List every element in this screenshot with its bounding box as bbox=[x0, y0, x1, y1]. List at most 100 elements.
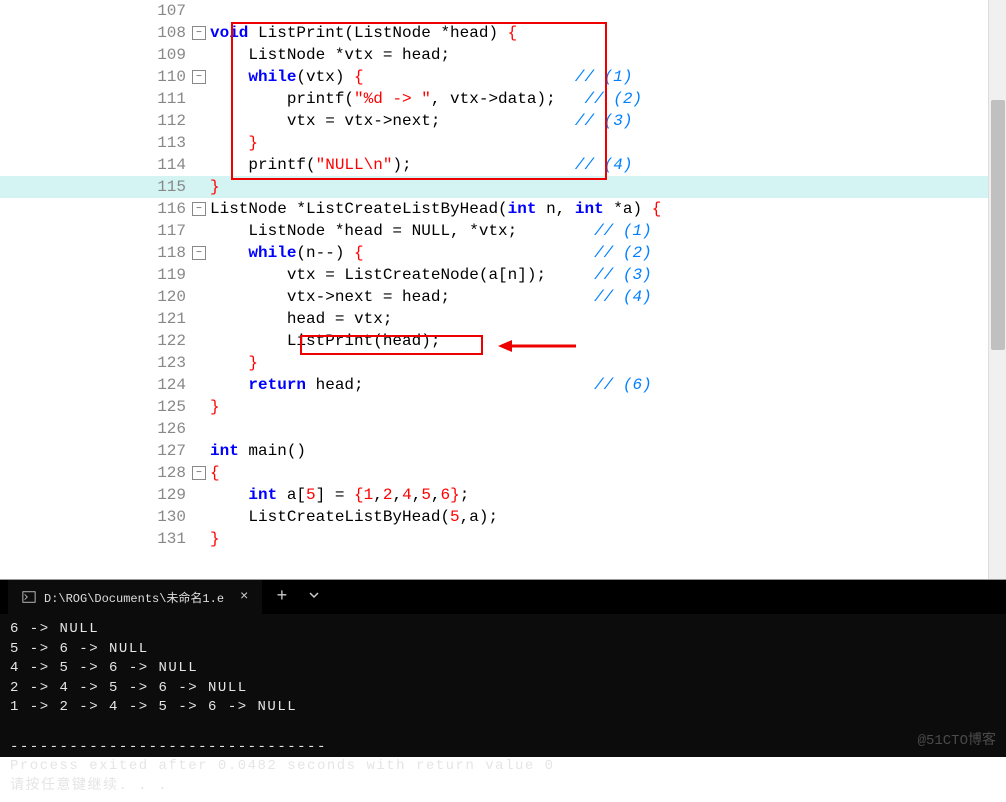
line-number: 113 bbox=[146, 134, 186, 152]
code-text[interactable]: int a[5] = {1,2,4,5,6}; bbox=[210, 486, 1006, 504]
gutter: 122 bbox=[0, 332, 210, 350]
tab-dropdown-icon[interactable] bbox=[301, 584, 327, 610]
code-line[interactable]: 128−{ bbox=[0, 462, 1006, 484]
code-text[interactable]: int main() bbox=[210, 442, 1006, 460]
gutter: 116− bbox=[0, 200, 210, 218]
code-text[interactable]: ListPrint(head); bbox=[210, 332, 1006, 350]
line-number: 130 bbox=[146, 508, 186, 526]
gutter: 119 bbox=[0, 266, 210, 284]
fold-toggle-icon[interactable]: − bbox=[192, 70, 206, 84]
gutter: 112 bbox=[0, 112, 210, 130]
terminal: D:\ROG\Documents\未命名1.e × + 6 -> NULL 5 … bbox=[0, 580, 1006, 757]
watermark: @51CTO博客 bbox=[918, 729, 996, 749]
code-line[interactable]: 130 ListCreateListByHead(5,a); bbox=[0, 506, 1006, 528]
line-number: 126 bbox=[146, 420, 186, 438]
code-line[interactable]: 118− while(n--) { // (2) bbox=[0, 242, 1006, 264]
gutter: 109 bbox=[0, 46, 210, 64]
line-number: 122 bbox=[146, 332, 186, 350]
line-number: 115 bbox=[146, 178, 186, 196]
gutter: 127 bbox=[0, 442, 210, 460]
gutter: 113 bbox=[0, 134, 210, 152]
editor-scrollbar[interactable] bbox=[988, 0, 1006, 579]
code-text[interactable]: } bbox=[210, 134, 1006, 152]
terminal-icon bbox=[22, 590, 36, 604]
terminal-output[interactable]: 6 -> NULL 5 -> 6 -> NULL 4 -> 5 -> 6 -> … bbox=[0, 614, 1006, 802]
gutter: 123 bbox=[0, 354, 210, 372]
code-text[interactable]: vtx = vtx->next; // (3) bbox=[210, 112, 1006, 130]
line-number: 118 bbox=[146, 244, 186, 262]
code-line[interactable]: 124 return head; // (6) bbox=[0, 374, 1006, 396]
code-text[interactable]: } bbox=[210, 354, 1006, 372]
code-text[interactable]: ListCreateListByHead(5,a); bbox=[210, 508, 1006, 526]
code-text[interactable]: ListNode *head = NULL, *vtx; // (1) bbox=[210, 222, 1006, 240]
gutter: 114 bbox=[0, 156, 210, 174]
gutter: 117 bbox=[0, 222, 210, 240]
code-line[interactable]: 109 ListNode *vtx = head; bbox=[0, 44, 1006, 66]
code-text[interactable]: printf("%d -> ", vtx->data); // (2) bbox=[210, 90, 1006, 108]
code-line[interactable]: 115} bbox=[0, 176, 1006, 198]
line-number: 125 bbox=[146, 398, 186, 416]
code-line[interactable]: 125} bbox=[0, 396, 1006, 418]
code-line[interactable]: 112 vtx = vtx->next; // (3) bbox=[0, 110, 1006, 132]
code-line[interactable]: 120 vtx->next = head; // (4) bbox=[0, 286, 1006, 308]
line-number: 114 bbox=[146, 156, 186, 174]
gutter: 111 bbox=[0, 90, 210, 108]
gutter: 128− bbox=[0, 464, 210, 482]
fold-toggle-icon[interactable]: − bbox=[192, 246, 206, 260]
gutter: 130 bbox=[0, 508, 210, 526]
line-number: 109 bbox=[146, 46, 186, 64]
code-content[interactable]: 107108−void ListPrint(ListNode *head) {1… bbox=[0, 0, 1006, 550]
gutter: 120 bbox=[0, 288, 210, 306]
code-text[interactable]: return head; // (6) bbox=[210, 376, 1006, 394]
code-text[interactable]: while(n--) { // (2) bbox=[210, 244, 1006, 262]
scroll-thumb[interactable] bbox=[991, 100, 1005, 350]
code-text[interactable]: } bbox=[210, 398, 1006, 416]
line-number: 121 bbox=[146, 310, 186, 328]
code-editor[interactable]: 107108−void ListPrint(ListNode *head) {1… bbox=[0, 0, 1006, 580]
code-text[interactable]: void ListPrint(ListNode *head) { bbox=[210, 24, 1006, 42]
code-line[interactable]: 129 int a[5] = {1,2,4,5,6}; bbox=[0, 484, 1006, 506]
gutter: 124 bbox=[0, 376, 210, 394]
code-line[interactable]: 117 ListNode *head = NULL, *vtx; // (1) bbox=[0, 220, 1006, 242]
gutter: 115 bbox=[0, 178, 210, 196]
fold-toggle-icon[interactable]: − bbox=[192, 26, 206, 40]
terminal-tab[interactable]: D:\ROG\Documents\未命名1.e × bbox=[8, 580, 262, 614]
code-text[interactable]: vtx = ListCreateNode(a[n]); // (3) bbox=[210, 266, 1006, 284]
code-text[interactable]: vtx->next = head; // (4) bbox=[210, 288, 1006, 306]
code-line[interactable]: 114 printf("NULL\n"); // (4) bbox=[0, 154, 1006, 176]
gutter: 107 bbox=[0, 2, 210, 20]
code-line[interactable]: 127 int main() bbox=[0, 440, 1006, 462]
close-icon[interactable]: × bbox=[240, 589, 248, 605]
line-number: 124 bbox=[146, 376, 186, 394]
code-line[interactable]: 108−void ListPrint(ListNode *head) { bbox=[0, 22, 1006, 44]
code-text[interactable]: printf("NULL\n"); // (4) bbox=[210, 156, 1006, 174]
fold-toggle-icon[interactable]: − bbox=[192, 202, 206, 216]
code-line[interactable]: 126 bbox=[0, 418, 1006, 440]
line-number: 127 bbox=[146, 442, 186, 460]
code-text[interactable]: } bbox=[210, 178, 1006, 196]
code-text[interactable]: head = vtx; bbox=[210, 310, 1006, 328]
code-line[interactable]: 116−ListNode *ListCreateListByHead(int n… bbox=[0, 198, 1006, 220]
terminal-tabs: D:\ROG\Documents\未命名1.e × + bbox=[0, 580, 1006, 614]
code-text[interactable]: while(vtx) { // (1) bbox=[210, 68, 1006, 86]
code-text[interactable]: ListNode *ListCreateListByHead(int n, in… bbox=[210, 200, 1006, 218]
line-number: 108 bbox=[146, 24, 186, 42]
code-line[interactable]: 110− while(vtx) { // (1) bbox=[0, 66, 1006, 88]
code-line[interactable]: 121 head = vtx; bbox=[0, 308, 1006, 330]
code-text[interactable]: } bbox=[210, 530, 1006, 548]
code-line[interactable]: 107 bbox=[0, 0, 1006, 22]
line-number: 128 bbox=[146, 464, 186, 482]
code-line[interactable]: 119 vtx = ListCreateNode(a[n]); // (3) bbox=[0, 264, 1006, 286]
code-line[interactable]: 113 } bbox=[0, 132, 1006, 154]
gutter: 121 bbox=[0, 310, 210, 328]
line-number: 120 bbox=[146, 288, 186, 306]
line-number: 129 bbox=[146, 486, 186, 504]
code-line[interactable]: 131} bbox=[0, 528, 1006, 550]
gutter: 108− bbox=[0, 24, 210, 42]
new-tab-button[interactable]: + bbox=[262, 581, 301, 613]
gutter: 126 bbox=[0, 420, 210, 438]
code-text[interactable]: ListNode *vtx = head; bbox=[210, 46, 1006, 64]
code-text[interactable]: { bbox=[210, 464, 1006, 482]
code-line[interactable]: 111 printf("%d -> ", vtx->data); // (2) bbox=[0, 88, 1006, 110]
fold-toggle-icon[interactable]: − bbox=[192, 466, 206, 480]
